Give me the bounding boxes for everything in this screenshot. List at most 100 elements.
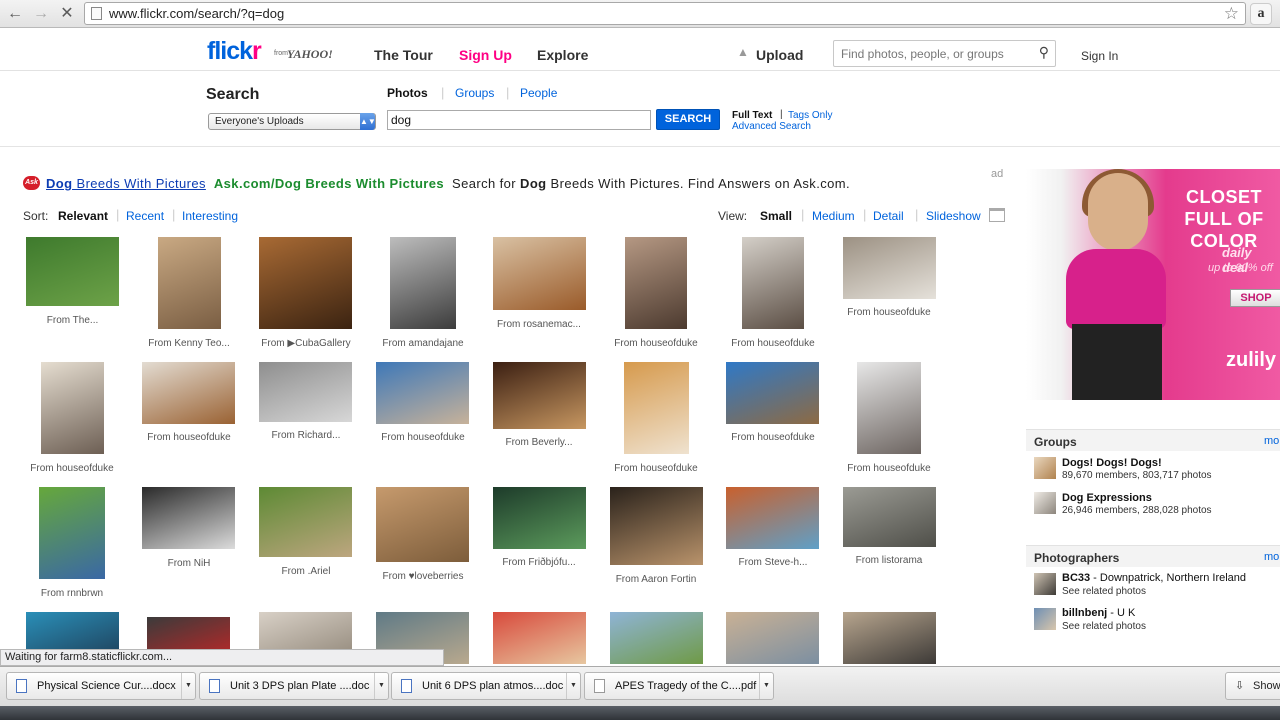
group-avatar[interactable]	[1034, 492, 1056, 514]
download-item[interactable]: Physical Science Cur....docx ▼	[6, 672, 196, 700]
photo-caption[interactable]: From rnnbrwn	[13, 588, 131, 599]
tab-people[interactable]: People	[520, 86, 557, 100]
photo-caption[interactable]: From houseofduke	[597, 463, 715, 474]
photo-thumbnail[interactable]	[493, 362, 586, 429]
photo-thumbnail[interactable]	[39, 487, 105, 579]
photo-caption[interactable]: From .Ariel	[247, 566, 365, 577]
photo-caption[interactable]: From amandajane	[364, 338, 482, 349]
photo-caption[interactable]: From houseofduke	[13, 463, 131, 474]
nav-explore[interactable]: Explore	[537, 47, 588, 63]
photo-thumbnail[interactable]	[610, 487, 703, 565]
ad-shop-button[interactable]: SHOP	[1230, 289, 1280, 307]
search-query-input[interactable]	[387, 110, 651, 130]
see-related-link[interactable]: See related photos	[1062, 621, 1146, 632]
back-arrow-icon[interactable]: ←	[4, 3, 26, 25]
photographers-more-link[interactable]: mo	[1264, 551, 1279, 563]
photo-thumbnail[interactable]	[493, 487, 586, 549]
forward-arrow-icon[interactable]: →	[30, 3, 52, 25]
full-text-option[interactable]: Full Text	[732, 110, 772, 121]
photo-thumbnail[interactable]	[625, 237, 687, 329]
photo-thumbnail[interactable]	[376, 487, 469, 562]
search-button[interactable]: SEARCH	[656, 109, 720, 130]
photo-thumbnail[interactable]	[726, 362, 819, 424]
photo-caption[interactable]: From houseofduke	[830, 307, 948, 318]
dropdown-arrow-icon[interactable]: ▼	[374, 673, 388, 699]
photo-caption[interactable]: From The...	[26, 315, 119, 326]
see-related-link[interactable]: See related photos	[1062, 586, 1146, 597]
amazon-extension-icon[interactable]: a	[1250, 3, 1272, 25]
slideshow-icon[interactable]	[989, 208, 1005, 222]
photo-thumbnail[interactable]	[142, 362, 235, 424]
address-bar[interactable]: www.flickr.com/search/?q=dog ☆	[84, 2, 1246, 25]
nav-sign-up[interactable]: Sign Up	[459, 47, 512, 63]
photo-caption[interactable]: From houseofduke	[130, 432, 248, 443]
search-icon[interactable]: ⚲	[1039, 44, 1049, 61]
ad-link[interactable]: Dog Breeds With Pictures	[46, 176, 206, 191]
stop-icon[interactable]: ✕	[56, 3, 78, 25]
photographer-name[interactable]: BC33 - Downpatrick, Northern Ireland	[1062, 572, 1246, 584]
photo-thumbnail[interactable]	[610, 612, 703, 664]
group-name[interactable]: Dogs! Dogs! Dogs!	[1062, 457, 1162, 469]
photo-thumbnail[interactable]	[376, 362, 469, 424]
sort-interesting[interactable]: Interesting	[182, 209, 238, 223]
photo-thumbnail[interactable]	[843, 612, 936, 664]
site-search-input[interactable]: Find photos, people, or groups ⚲	[833, 40, 1056, 67]
photo-caption[interactable]: From Steve-h...	[714, 557, 832, 568]
sort-relevant[interactable]: Relevant	[58, 209, 108, 223]
group-avatar[interactable]	[1034, 457, 1056, 479]
photo-thumbnail[interactable]	[493, 612, 586, 664]
photo-thumbnail[interactable]	[726, 612, 819, 664]
photo-thumbnail[interactable]	[493, 237, 586, 310]
advanced-search-link[interactable]: Advanced Search	[732, 121, 811, 132]
star-icon[interactable]: ☆	[1224, 3, 1239, 24]
photo-caption[interactable]: From Beverly...	[480, 437, 598, 448]
search-scope-select[interactable]: Everyone's Uploads ▲▼	[208, 113, 376, 130]
groups-more-link[interactable]: mo	[1264, 435, 1279, 447]
photo-thumbnail[interactable]	[624, 362, 689, 454]
download-item[interactable]: APES Tragedy of the C....pdf ▼	[584, 672, 774, 700]
show-all-downloads-button[interactable]: ⇩ Show	[1225, 672, 1280, 700]
photographer-name[interactable]: billnbenj - U K	[1062, 607, 1135, 619]
dropdown-arrow-icon[interactable]: ▼	[759, 673, 773, 699]
view-small[interactable]: Small	[760, 209, 792, 223]
group-name[interactable]: Dog Expressions	[1062, 492, 1152, 504]
photo-caption[interactable]: From ▶CubaGallery	[247, 338, 365, 349]
photo-caption[interactable]: From NiH	[130, 558, 248, 569]
view-slideshow[interactable]: Slideshow	[926, 209, 981, 223]
dropdown-arrow-icon[interactable]: ▼	[566, 673, 580, 699]
tab-photos[interactable]: Photos	[387, 86, 428, 100]
photo-thumbnail[interactable]	[726, 487, 819, 549]
photo-caption[interactable]: From houseofduke	[714, 338, 832, 349]
photo-caption[interactable]: From Friðbjófu...	[480, 557, 598, 568]
photo-thumbnail[interactable]	[259, 487, 352, 557]
download-item[interactable]: Unit 3 DPS plan Plate ....doc ▼	[199, 672, 389, 700]
photo-caption[interactable]: From houseofduke	[714, 432, 832, 443]
tags-only-option[interactable]: Tags Only	[788, 110, 832, 121]
download-item[interactable]: Unit 6 DPS plan atmos....doc ▼	[391, 672, 581, 700]
photo-thumbnail[interactable]	[259, 237, 352, 329]
photo-caption[interactable]: From houseofduke	[597, 338, 715, 349]
dropdown-arrow-icon[interactable]: ▼	[181, 673, 195, 699]
photo-caption[interactable]: From listorama	[830, 555, 948, 566]
photo-caption[interactable]: From rosanemac...	[480, 319, 598, 330]
photo-thumbnail[interactable]	[41, 362, 104, 454]
photo-thumbnail[interactable]	[259, 362, 352, 422]
photo-thumbnail[interactable]	[843, 237, 936, 299]
photo-thumbnail[interactable]	[843, 487, 936, 547]
photo-thumbnail[interactable]	[158, 237, 221, 329]
photo-thumbnail[interactable]	[142, 487, 235, 549]
photographer-avatar[interactable]	[1034, 608, 1056, 630]
upload-arrow-icon[interactable]: ▲	[737, 45, 749, 59]
photo-thumbnail[interactable]	[26, 237, 119, 306]
photo-caption[interactable]: From Kenny Teo...	[130, 338, 248, 349]
view-medium[interactable]: Medium	[812, 209, 855, 223]
photographer-avatar[interactable]	[1034, 573, 1056, 595]
display-ad-banner[interactable]: CLOSET FULL OF COLOR daily deal up to 90…	[1026, 169, 1280, 400]
flickr-logo[interactable]: flickr	[207, 37, 262, 66]
tab-groups[interactable]: Groups	[455, 86, 494, 100]
photo-caption[interactable]: From Aaron Fortin	[597, 574, 715, 585]
photo-thumbnail[interactable]	[857, 362, 921, 454]
nav-the-tour[interactable]: The Tour	[374, 47, 433, 63]
sort-recent[interactable]: Recent	[126, 209, 164, 223]
photo-caption[interactable]: From ♥loveberries	[364, 571, 482, 582]
